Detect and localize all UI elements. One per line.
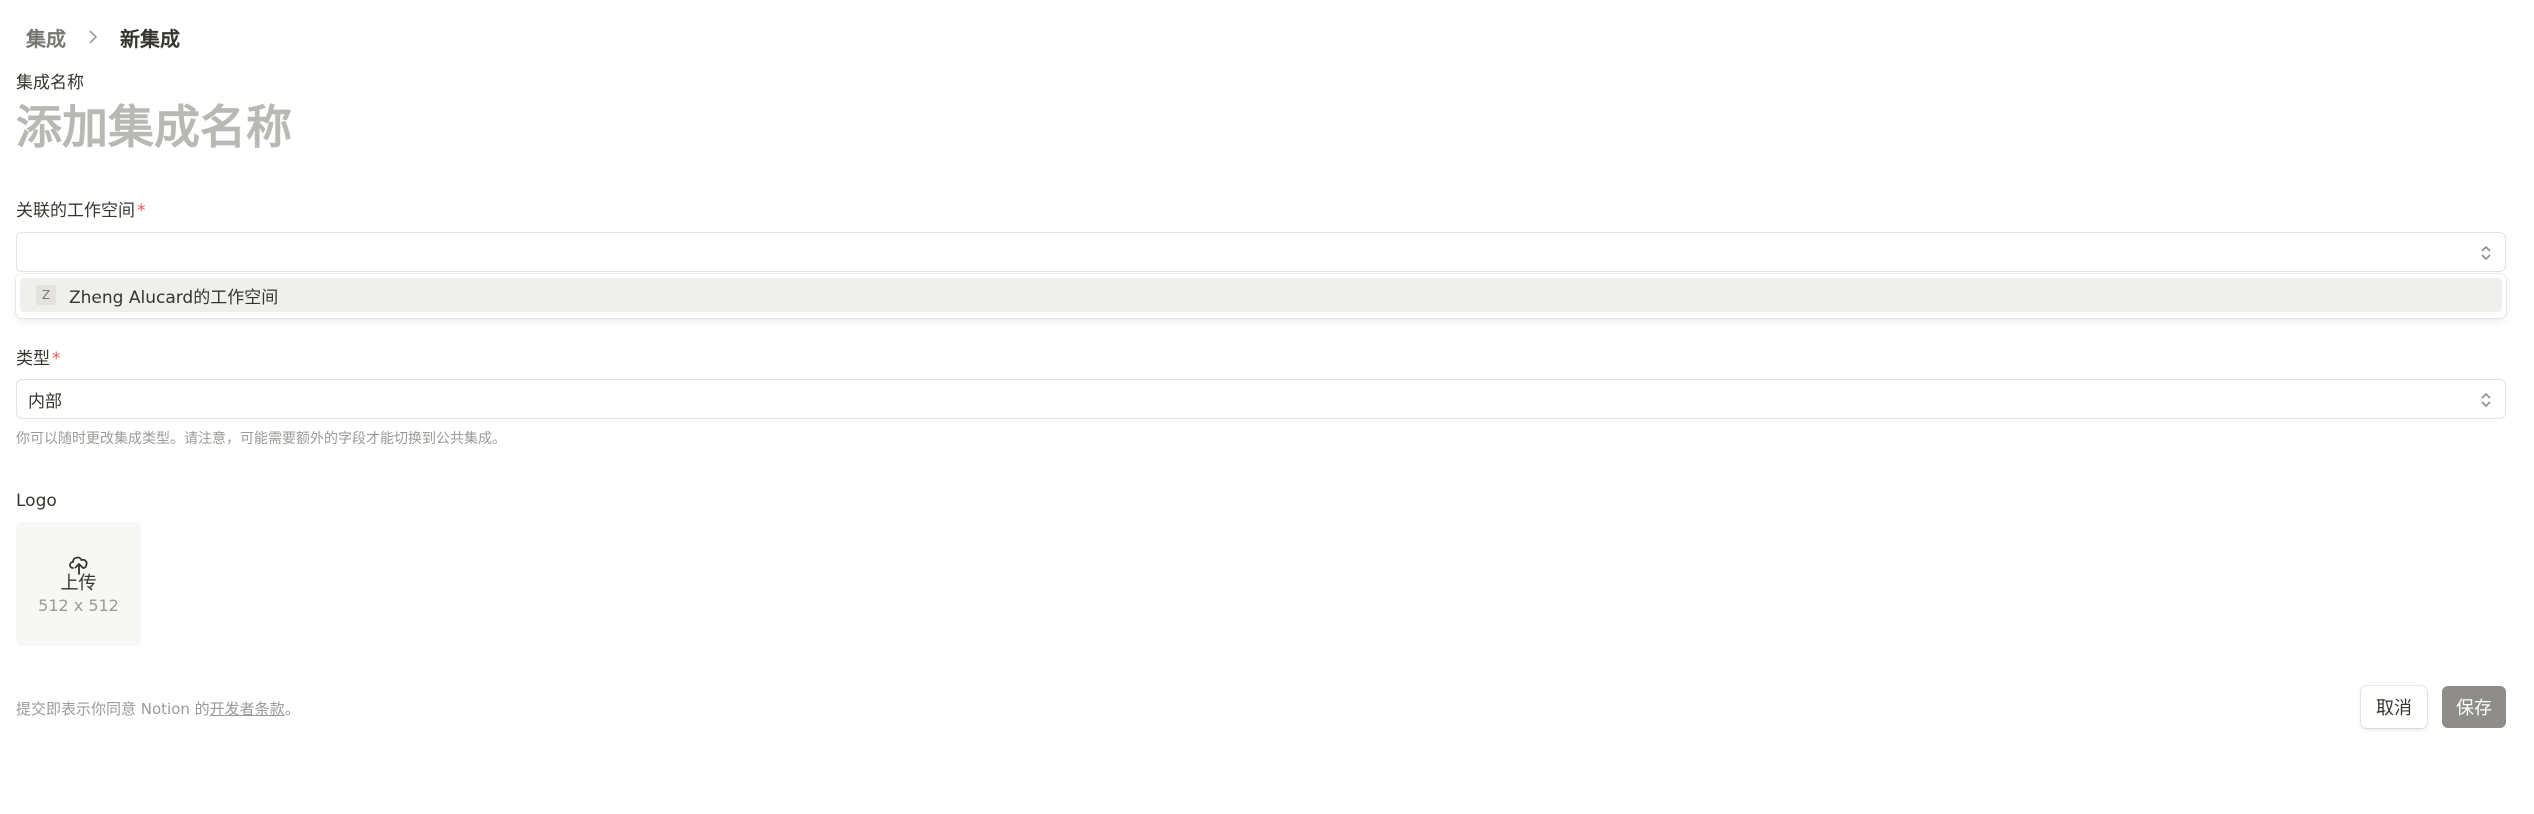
workspace-option[interactable]: Z Zheng Alucard的工作空间 bbox=[20, 278, 2502, 312]
required-mark: * bbox=[52, 349, 61, 369]
cancel-button[interactable]: 取消 bbox=[2361, 686, 2427, 728]
logo-upload-button[interactable]: 上传 512 x 512 bbox=[16, 522, 141, 646]
chevron-up-down-icon bbox=[2481, 392, 2491, 408]
new-integration-page: 集成 新集成 集成名称 关联的工作空间* Z Zheng Alucard的工作空… bbox=[0, 0, 2534, 814]
type-label: 类型 * bbox=[16, 344, 61, 369]
terms-prefix: 提交即表示你同意 Notion 的 bbox=[16, 700, 210, 718]
type-hint: 你可以随时更改集成类型。请注意，可能需要额外的字段才能切换到公共集成。 bbox=[16, 431, 506, 447]
terms-suffix: 。 bbox=[284, 700, 300, 718]
workspace-dropdown: Z Zheng Alucard的工作空间 bbox=[16, 274, 2506, 318]
logo-label: Logo bbox=[16, 491, 57, 511]
chevron-right-icon bbox=[88, 30, 98, 44]
integration-name-input[interactable] bbox=[16, 96, 916, 158]
workspace-avatar: Z bbox=[36, 285, 56, 305]
terms-notice: 提交即表示你同意 Notion 的开发者条款。 bbox=[16, 698, 300, 719]
workspace-label: 关联的工作空间 * bbox=[16, 196, 146, 221]
workspace-select[interactable] bbox=[16, 232, 2506, 272]
chevron-up-down-icon bbox=[2481, 245, 2491, 261]
upload-label: 上传 bbox=[60, 573, 97, 594]
type-select-value: 内部 bbox=[28, 391, 62, 412]
breadcrumb-integrations-link[interactable]: 集成 bbox=[26, 23, 66, 52]
type-select[interactable]: 内部 bbox=[16, 379, 2506, 419]
developer-terms-link[interactable]: 开发者条款 bbox=[210, 700, 285, 718]
required-mark: * bbox=[137, 201, 146, 221]
workspace-option-label: Zheng Alucard的工作空间 bbox=[69, 287, 279, 308]
breadcrumb-current: 新集成 bbox=[120, 26, 180, 51]
workspace-label-text: 关联的工作空间 bbox=[16, 201, 135, 221]
breadcrumb: 集成 新集成 bbox=[26, 22, 180, 52]
type-label-text: 类型 bbox=[16, 349, 50, 369]
upload-size-hint: 512 x 512 bbox=[38, 596, 119, 615]
integration-name-label: 集成名称 bbox=[16, 73, 84, 93]
save-button[interactable]: 保存 bbox=[2442, 686, 2506, 728]
